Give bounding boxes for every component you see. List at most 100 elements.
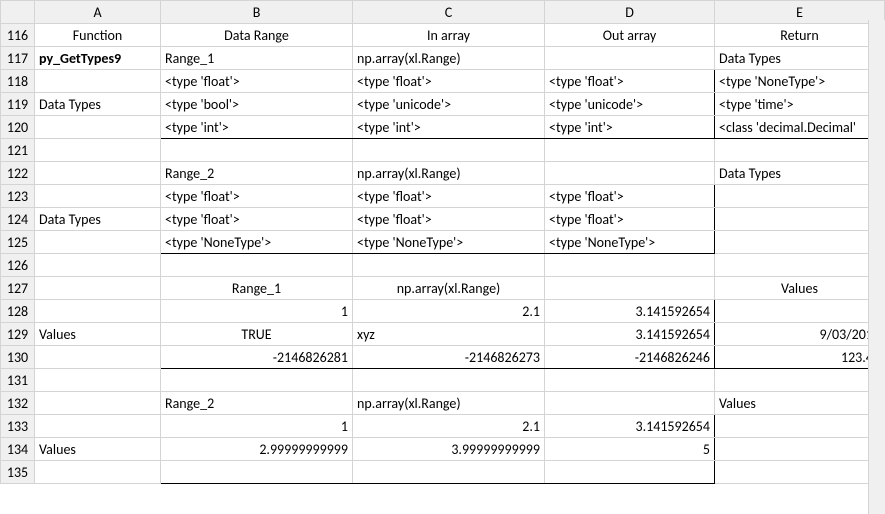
column-header-B[interactable]: B <box>161 1 353 24</box>
cell-B121[interactable] <box>161 139 353 162</box>
cell-E126[interactable] <box>715 254 885 277</box>
cell-D131[interactable] <box>545 369 715 392</box>
cell-D117[interactable] <box>545 47 715 70</box>
cell-C127[interactable]: np.array(xl.Range) <box>353 277 545 300</box>
cell-D132[interactable] <box>545 392 715 415</box>
column-header-E[interactable]: E <box>715 1 885 24</box>
row-header-131[interactable]: 131 <box>1 369 35 392</box>
cell-C131[interactable] <box>353 369 545 392</box>
cell-A133[interactable] <box>35 415 161 438</box>
cell-C123[interactable]: <type 'float'> <box>353 185 545 208</box>
cell-E122[interactable]: Data Types <box>715 162 885 185</box>
cell-A132[interactable] <box>35 392 161 415</box>
cell-D133[interactable]: 3.141592654 <box>545 415 715 438</box>
cell-E121[interactable] <box>715 139 885 162</box>
cell-C129[interactable]: xyz <box>353 323 545 346</box>
cell-B131[interactable] <box>161 369 353 392</box>
cell-B125[interactable]: <type 'NoneType'> <box>161 231 353 254</box>
row-header-134[interactable]: 134 <box>1 438 35 461</box>
column-header-D[interactable]: D <box>545 1 715 24</box>
cell-A134[interactable]: Values <box>35 438 161 461</box>
cell-E116[interactable]: Return <box>715 24 885 47</box>
row-header-129[interactable]: 129 <box>1 323 35 346</box>
row-header-120[interactable]: 120 <box>1 116 35 139</box>
cell-E130[interactable]: 123.45 <box>715 346 885 369</box>
cell-A135[interactable] <box>35 461 161 484</box>
cell-E132[interactable]: Values <box>715 392 885 415</box>
cell-E119[interactable]: <type 'time'> <box>715 93 885 116</box>
cell-D130[interactable]: -2146826246 <box>545 346 715 369</box>
cell-D134[interactable]: 5 <box>545 438 715 461</box>
row-header-135[interactable]: 135 <box>1 461 35 484</box>
cell-D124[interactable]: <type 'float'> <box>545 208 715 231</box>
cell-D119[interactable]: <type 'unicode'> <box>545 93 715 116</box>
cell-C133[interactable]: 2.1 <box>353 415 545 438</box>
cell-D129[interactable]: 3.141592654 <box>545 323 715 346</box>
row-header-123[interactable]: 123 <box>1 185 35 208</box>
cell-A119[interactable]: Data Types <box>35 93 161 116</box>
row-header-133[interactable]: 133 <box>1 415 35 438</box>
row-header-121[interactable]: 121 <box>1 139 35 162</box>
cell-C134[interactable]: 3.99999999999 <box>353 438 545 461</box>
cell-A121[interactable] <box>35 139 161 162</box>
cell-A116[interactable]: Function <box>35 24 161 47</box>
cell-A122[interactable] <box>35 162 161 185</box>
cell-E117[interactable]: Data Types <box>715 47 885 70</box>
row-header-132[interactable]: 132 <box>1 392 35 415</box>
cell-D118[interactable]: <type 'float'> <box>545 70 715 93</box>
row-header-124[interactable]: 124 <box>1 208 35 231</box>
cell-D121[interactable] <box>545 139 715 162</box>
cell-E118[interactable]: <type 'NoneType'> <box>715 70 885 93</box>
cell-B130[interactable]: -2146826281 <box>161 346 353 369</box>
cell-E124[interactable] <box>715 208 885 231</box>
cell-D135[interactable] <box>545 461 715 484</box>
cell-A125[interactable] <box>35 231 161 254</box>
row-header-117[interactable]: 117 <box>1 47 35 70</box>
cell-B123[interactable]: <type 'float'> <box>161 185 353 208</box>
cell-A130[interactable] <box>35 346 161 369</box>
cell-B124[interactable]: <type 'float'> <box>161 208 353 231</box>
cell-B120[interactable]: <type 'int'> <box>161 116 353 139</box>
cell-D126[interactable] <box>545 254 715 277</box>
cell-D122[interactable] <box>545 162 715 185</box>
cell-A131[interactable] <box>35 369 161 392</box>
cell-E129[interactable]: 9/03/2014 <box>715 323 885 346</box>
cell-A127[interactable] <box>35 277 161 300</box>
cell-C125[interactable]: <type 'NoneType'> <box>353 231 545 254</box>
cell-E133[interactable] <box>715 415 885 438</box>
cell-B122[interactable]: Range_2 <box>161 162 353 185</box>
cell-E135[interactable] <box>715 461 885 484</box>
cell-C128[interactable]: 2.1 <box>353 300 545 323</box>
cell-D128[interactable]: 3.141592654 <box>545 300 715 323</box>
cell-C135[interactable] <box>353 461 545 484</box>
cell-E131[interactable] <box>715 369 885 392</box>
row-header-122[interactable]: 122 <box>1 162 35 185</box>
cell-B133[interactable]: 1 <box>161 415 353 438</box>
row-header-126[interactable]: 126 <box>1 254 35 277</box>
cell-B126[interactable] <box>161 254 353 277</box>
row-header-128[interactable]: 128 <box>1 300 35 323</box>
row-header-119[interactable]: 119 <box>1 93 35 116</box>
cell-C121[interactable] <box>353 139 545 162</box>
cell-C130[interactable]: -2146826273 <box>353 346 545 369</box>
cell-D125[interactable]: <type 'NoneType'> <box>545 231 715 254</box>
cell-B129[interactable]: TRUE <box>161 323 353 346</box>
cell-C122[interactable]: np.array(xl.Range) <box>353 162 545 185</box>
cell-C132[interactable]: np.array(xl.Range) <box>353 392 545 415</box>
cell-A118[interactable] <box>35 70 161 93</box>
cell-D123[interactable]: <type 'float'> <box>545 185 715 208</box>
cell-E120[interactable]: <class 'decimal.Decimal' <box>715 116 885 139</box>
select-all-corner[interactable] <box>1 1 35 24</box>
cell-E134[interactable] <box>715 438 885 461</box>
cell-D116[interactable]: Out array <box>545 24 715 47</box>
column-header-A[interactable]: A <box>35 1 161 24</box>
cell-B116[interactable]: Data Range <box>161 24 353 47</box>
cell-B128[interactable]: 1 <box>161 300 353 323</box>
cell-C124[interactable]: <type 'float'> <box>353 208 545 231</box>
cell-E128[interactable] <box>715 300 885 323</box>
cell-A129[interactable]: Values <box>35 323 161 346</box>
row-header-127[interactable]: 127 <box>1 277 35 300</box>
cell-B119[interactable]: <type 'bool'> <box>161 93 353 116</box>
vertical-scrollbar[interactable] <box>868 20 885 514</box>
cell-C118[interactable]: <type 'float'> <box>353 70 545 93</box>
